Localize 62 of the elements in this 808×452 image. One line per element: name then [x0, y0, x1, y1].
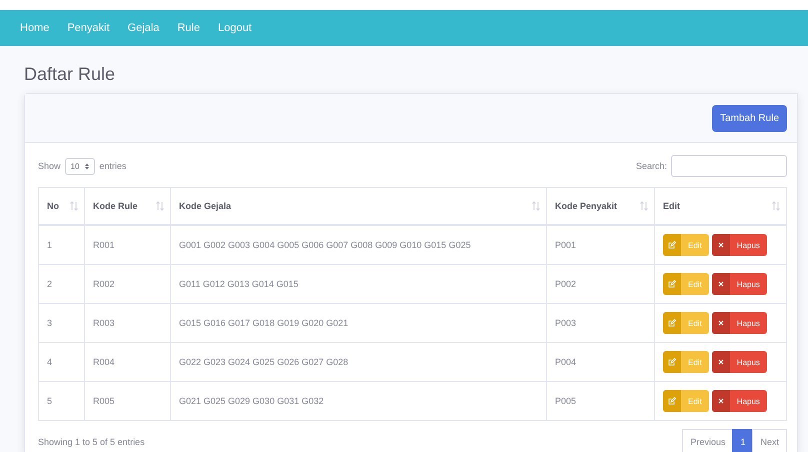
column-header[interactable]: Edit — [663, 201, 680, 211]
sort-icon — [772, 201, 780, 211]
table-cell: R005 — [93, 396, 115, 406]
close-icon — [718, 281, 724, 287]
close-icon — [718, 242, 724, 248]
nav-link[interactable]: Rule — [177, 22, 200, 34]
table-cell: 5 — [47, 396, 52, 406]
delete-button[interactable]: Hapus — [712, 273, 767, 295]
delete-button[interactable]: Hapus — [712, 390, 767, 412]
nav-link[interactable]: Gejala — [128, 22, 160, 34]
sort-icon — [532, 201, 540, 211]
close-icon — [718, 320, 724, 326]
table-cell: R002 — [93, 279, 115, 289]
entries-select[interactable]: 10 — [64, 158, 96, 174]
edit-icon — [668, 397, 676, 405]
page-link[interactable]: Previous — [682, 429, 734, 452]
add-rule-button[interactable]: Tambah Rule — [712, 104, 787, 132]
column-header[interactable]: Kode Penyakit — [555, 201, 618, 211]
table-cell: R001 — [93, 240, 115, 250]
page-link[interactable]: 1 — [732, 429, 754, 452]
table-info: Showing 1 to 5 of 5 entries — [38, 437, 145, 447]
entries-label: entries — [99, 161, 126, 171]
column-header[interactable]: No — [47, 201, 59, 211]
table-cell: 4 — [47, 357, 52, 367]
nav-link[interactable]: Home — [20, 22, 50, 34]
page-link[interactable]: Next — [752, 429, 787, 452]
table-cell: G015 G016 G017 G018 G019 G020 G021 — [179, 318, 348, 328]
caret-icon — [85, 162, 90, 170]
table-cell: P001 — [555, 240, 576, 250]
delete-button[interactable]: Hapus — [712, 351, 767, 373]
sort-icon — [156, 201, 164, 211]
search-field[interactable] — [671, 155, 787, 177]
close-icon — [718, 398, 724, 404]
table-cell: 2 — [47, 279, 52, 289]
page-title: Daftar Rule — [24, 64, 116, 85]
table-cell: G021 G025 G029 G030 G031 G032 — [179, 396, 324, 406]
table-cell: P005 — [555, 396, 576, 406]
table-cell: P004 — [555, 357, 576, 367]
column-header[interactable]: Kode Rule — [93, 201, 138, 211]
table-cell: P002 — [555, 279, 576, 289]
table-cell: G011 G012 G013 G014 G015 — [179, 279, 298, 289]
table-cell: R004 — [93, 357, 115, 367]
close-icon — [718, 359, 724, 365]
nav-link[interactable]: Penyakit — [67, 22, 110, 34]
table-cell: G022 G023 G024 G025 G026 G027 G028 — [179, 357, 348, 367]
sort-icon — [70, 201, 78, 211]
table-cell: R003 — [93, 318, 115, 328]
sort-icon — [640, 201, 648, 211]
table-cell: 3 — [47, 318, 52, 328]
table-cell: G001 G002 G003 G004 G005 G006 G007 G008 G009 G010 G015 G025 — [179, 240, 471, 250]
edit-icon — [668, 280, 676, 288]
edit-icon — [668, 319, 676, 327]
delete-button[interactable]: Hapus — [712, 312, 767, 334]
table-cell: P003 — [555, 318, 576, 328]
nav-link[interactable]: Logout — [218, 22, 252, 34]
show-label: Show — [38, 161, 61, 171]
edit-icon — [668, 358, 676, 366]
edit-icon — [668, 241, 676, 249]
delete-button[interactable]: Hapus — [712, 234, 767, 256]
table-cell: 1 — [47, 240, 52, 250]
search-label: Search: — [636, 161, 667, 171]
column-header[interactable]: Kode Gejala — [179, 201, 232, 211]
